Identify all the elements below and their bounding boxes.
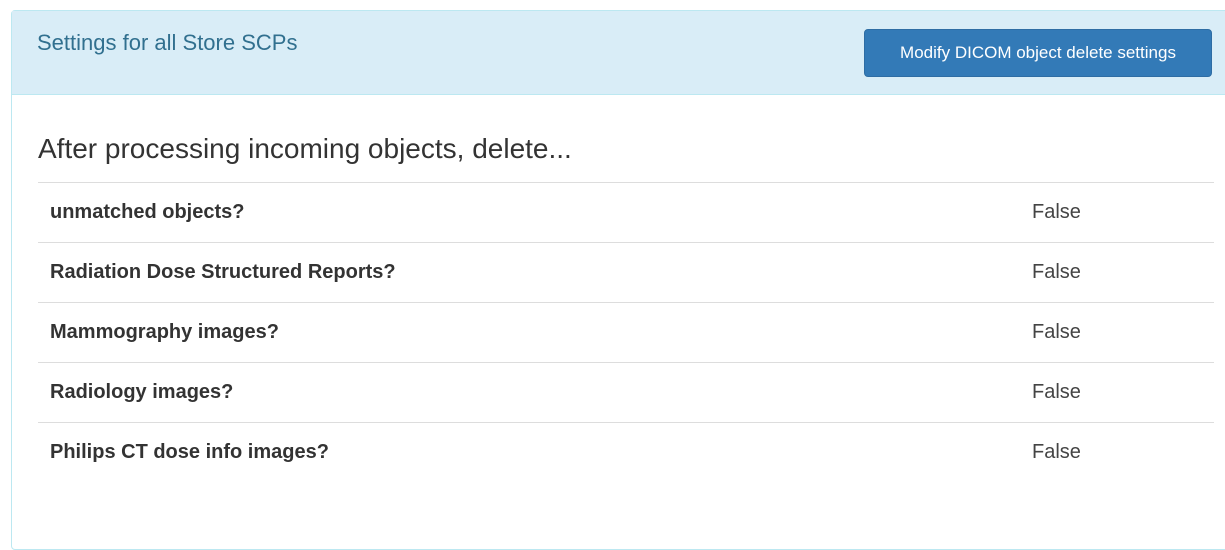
setting-value-rdsr: False — [1032, 242, 1214, 303]
section-title: After processing incoming objects, delet… — [38, 133, 572, 164]
setting-label-philips-ct: Philips CT dose info images? — [38, 422, 1032, 482]
setting-value-unmatched-objects: False — [1032, 182, 1214, 243]
setting-label-radiology: Radiology images? — [38, 362, 1032, 423]
setting-value-radiology: False — [1032, 362, 1214, 423]
settings-table: unmatched objects? False Radiation Dose … — [38, 182, 1214, 482]
table-row: unmatched objects? False — [38, 182, 1214, 243]
modify-delete-settings-button[interactable]: Modify DICOM object delete settings — [864, 29, 1212, 77]
setting-label-mammography: Mammography images? — [38, 302, 1032, 363]
panel-heading: Settings for all Store SCPs Modify DICOM… — [12, 11, 1225, 95]
setting-label-rdsr: Radiation Dose Structured Reports? — [38, 242, 1032, 303]
table-row: Radiology images? False — [38, 362, 1214, 423]
table-row: Philips CT dose info images? False — [38, 422, 1214, 482]
panel-title: Settings for all Store SCPs — [37, 30, 298, 55]
table-row: Mammography images? False — [38, 302, 1214, 363]
settings-panel: Settings for all Store SCPs Modify DICOM… — [11, 10, 1225, 550]
setting-label-unmatched-objects: unmatched objects? — [38, 182, 1032, 243]
setting-value-philips-ct: False — [1032, 422, 1214, 482]
setting-value-mammography: False — [1032, 302, 1214, 363]
table-row: Radiation Dose Structured Reports? False — [38, 242, 1214, 303]
